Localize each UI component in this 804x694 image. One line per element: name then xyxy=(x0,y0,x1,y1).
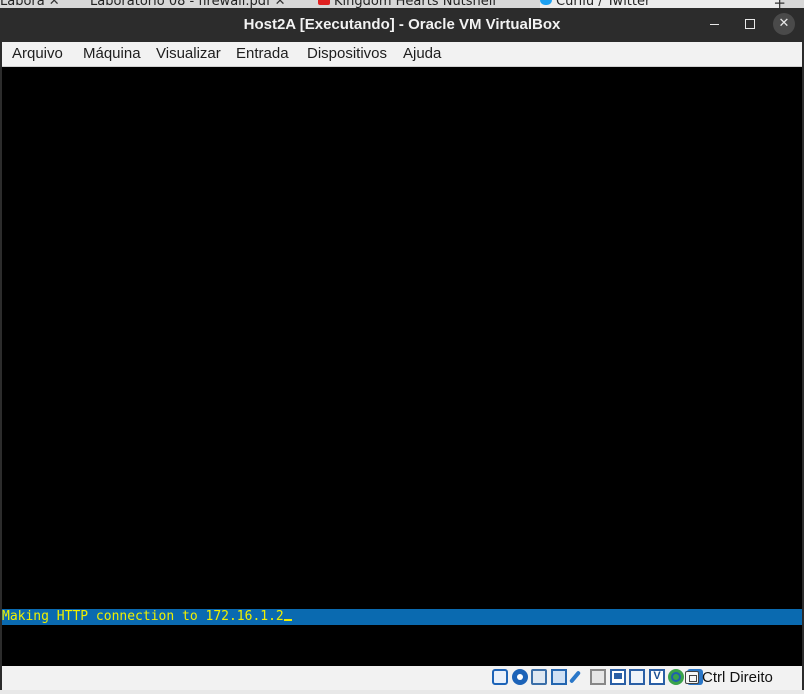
minimize-icon xyxy=(709,23,719,25)
host-key-label[interactable]: Ctrl Direito xyxy=(702,669,773,686)
youtube-icon xyxy=(318,0,330,5)
vm-screen[interactable]: Making HTTP connection to 172.16.1.2 xyxy=(2,67,802,666)
video-capture-icon[interactable] xyxy=(629,669,645,685)
usb-icon[interactable] xyxy=(570,669,586,685)
title-bar[interactable]: Host2A [Executando] - Oracle VM VirtualB… xyxy=(0,8,804,42)
console-status-line: Making HTTP connection to 172.16.1.2 xyxy=(2,609,802,625)
minimize-button[interactable] xyxy=(703,13,725,35)
vt-x-icon[interactable]: V xyxy=(649,669,665,685)
menu-maquina[interactable]: Máquina xyxy=(83,45,141,62)
hard-disk-icon[interactable] xyxy=(492,669,508,685)
menu-visualizar[interactable]: Visualizar xyxy=(156,45,221,62)
menu-arquivo[interactable]: Arquivo xyxy=(12,45,63,62)
text-cursor xyxy=(283,619,292,621)
menu-dispositivos[interactable]: Dispositivos xyxy=(307,45,387,62)
keyboard-icon xyxy=(685,671,699,684)
close-icon: ✕ xyxy=(778,16,790,31)
network-icon[interactable] xyxy=(551,669,567,685)
audio-icon[interactable] xyxy=(531,669,547,685)
menu-bar: Arquivo Máquina Visualizar Entrada Dispo… xyxy=(2,42,802,67)
close-button[interactable]: ✕ xyxy=(773,13,795,35)
virtualbox-window: Host2A [Executando] - Oracle VM VirtualB… xyxy=(0,8,804,690)
desktop-background xyxy=(0,690,804,694)
shared-folders-icon[interactable] xyxy=(590,669,606,685)
menu-entrada[interactable]: Entrada xyxy=(236,45,289,62)
console-text: Making HTTP connection to 172.16.1.2 xyxy=(2,609,284,624)
menu-ajuda[interactable]: Ajuda xyxy=(403,45,441,62)
optical-drive-icon[interactable] xyxy=(512,669,528,685)
maximize-icon xyxy=(745,19,755,29)
display-icon[interactable] xyxy=(610,669,626,685)
guest-additions-icon[interactable] xyxy=(668,669,684,685)
window-title: Host2A [Executando] - Oracle VM VirtualB… xyxy=(243,16,561,33)
maximize-button[interactable] xyxy=(739,13,761,35)
twitter-icon xyxy=(540,0,552,5)
console-message: Making HTTP connection to 172.16.1.2 xyxy=(2,609,292,625)
status-bar: V Ctrl Direito xyxy=(2,666,802,690)
